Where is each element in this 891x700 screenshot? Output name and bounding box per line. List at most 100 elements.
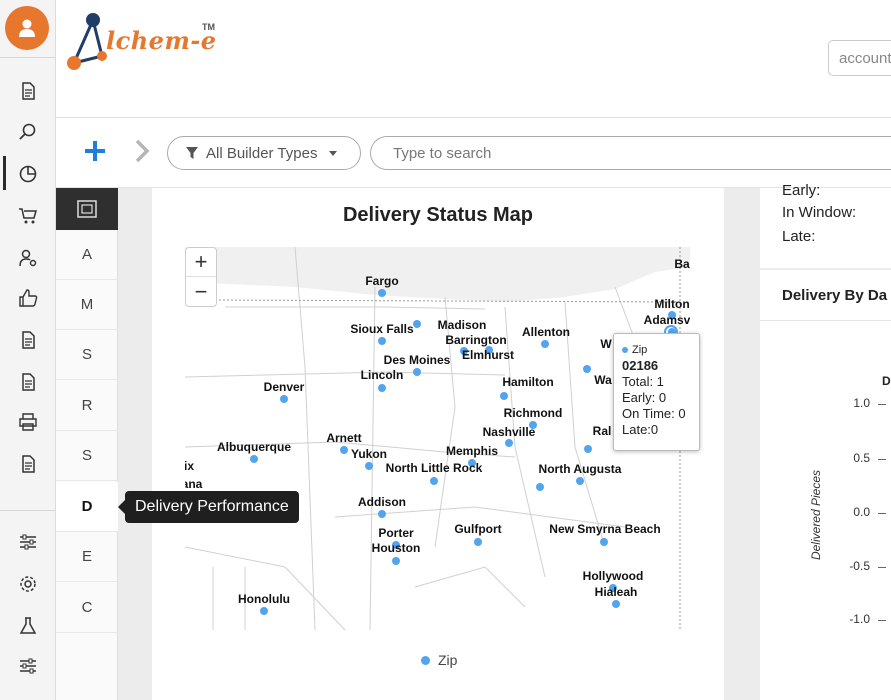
card-divider (760, 320, 891, 321)
city-marker-18[interactable] (378, 510, 386, 518)
summary-in-window-label: In Window: (782, 204, 857, 221)
rail-active-indicator (3, 156, 6, 190)
city-marker-12[interactable] (340, 446, 348, 454)
builder-toolbar: All Builder Types Type to search (56, 118, 891, 188)
city-label-27: Adamsv (644, 313, 690, 327)
report-icon[interactable] (14, 326, 42, 354)
city-label-9: Hamilton (502, 375, 553, 389)
summary-late-label: Late: (782, 228, 816, 245)
city-label-3: Barrington (445, 333, 506, 347)
chevron-right-icon[interactable] (132, 138, 152, 164)
gear-icon[interactable] (14, 570, 42, 598)
cart-icon[interactable] (14, 202, 42, 230)
letter-tab-m[interactable]: M (56, 280, 118, 330)
letter-tab-e[interactable]: E (56, 532, 118, 582)
document-icon[interactable] (14, 77, 42, 105)
city-marker-9[interactable] (500, 392, 508, 400)
y-tick-mark-1 (878, 459, 886, 460)
city-marker-5[interactable] (541, 340, 549, 348)
tooltip-early: Early: 0 (622, 390, 667, 405)
city-label-6: Des Moines (384, 353, 451, 367)
city-label-16: North Little Rock (386, 461, 483, 475)
map-zoom-control: + − (185, 247, 217, 307)
layout-toggle-icon[interactable] (56, 188, 118, 230)
letter-tab-d[interactable]: D (56, 482, 118, 532)
city-label-2: Madison (438, 318, 487, 332)
user-avatar-icon[interactable] (5, 6, 49, 50)
logo-text: lchem-e (106, 26, 217, 55)
city-marker-2[interactable] (413, 320, 421, 328)
city-marker-6[interactable] (413, 368, 421, 376)
city-marker-29[interactable] (536, 483, 544, 491)
city-label-11: Nashville (483, 425, 536, 439)
city-label-12: Arnett (326, 431, 361, 445)
city-marker-8[interactable] (280, 395, 288, 403)
city-marker-21[interactable] (474, 538, 482, 546)
icon-rail (0, 0, 56, 700)
city-label-29: Wa (594, 373, 612, 387)
thumbs-up-icon[interactable] (14, 284, 42, 312)
y-tick-label-2: 0.0 (853, 505, 870, 519)
chart-partial-title: D (882, 374, 891, 388)
user-settings-icon[interactable] (14, 244, 42, 272)
trademark-mark: TM (202, 22, 215, 32)
map-legend[interactable]: Zip (421, 652, 457, 668)
city-label-8: Denver (264, 380, 305, 394)
flask-icon[interactable] (14, 612, 42, 640)
file-icon[interactable] (14, 368, 42, 396)
city-marker-11[interactable] (505, 439, 513, 447)
series-dot-icon (622, 347, 628, 353)
letter-tab-s2[interactable]: S (56, 431, 118, 481)
city-marker-17[interactable] (576, 477, 584, 485)
city-marker-25[interactable] (260, 607, 268, 615)
pie-chart-icon[interactable] (14, 160, 42, 188)
search-input[interactable]: Type to search (370, 136, 891, 170)
letter-sidebar: A M S R S D E C (56, 188, 118, 700)
filters-icon[interactable] (14, 652, 42, 680)
notes-icon[interactable] (14, 450, 42, 478)
letter-tab-a[interactable]: A (56, 230, 118, 280)
builder-types-label: All Builder Types (206, 144, 318, 162)
city-marker-0[interactable] (378, 289, 386, 297)
city-marker-30[interactable] (584, 445, 592, 453)
tooltip-late: Late:0 (622, 422, 659, 437)
city-marker-28[interactable] (583, 365, 591, 373)
y-tick-mark-4 (878, 620, 886, 621)
city-marker-13[interactable] (365, 462, 373, 470)
city-marker-1[interactable] (378, 337, 386, 345)
city-label-18: Addison (358, 495, 406, 509)
delivery-summary-card: Early: In Window: Late: (760, 182, 891, 268)
city-marker-15[interactable] (250, 455, 258, 463)
city-marker-16[interactable] (430, 477, 438, 485)
map-point-tooltip: Zip 02186 Total: 1 Early: 0 On Time: 0 L… (613, 333, 700, 451)
city-label-7: Lincoln (361, 368, 404, 382)
city-label-26: Milton (654, 297, 689, 311)
zoom-in-button[interactable]: + (186, 248, 216, 277)
city-label-30: Ral (593, 424, 612, 438)
legend-dot-icon (421, 655, 430, 665)
city-marker-22[interactable] (600, 538, 608, 546)
city-label-4: Elmhurst (462, 348, 514, 362)
map-title: Delivery Status Map (342, 204, 534, 226)
add-plus-icon[interactable] (82, 138, 108, 164)
letter-tab-c[interactable]: C (56, 583, 118, 633)
city-marker-7[interactable] (378, 384, 386, 392)
y-tick-mark-2 (878, 513, 886, 514)
city-label-28: W (600, 337, 612, 351)
city-label-21: Gulfport (454, 522, 501, 536)
letter-tab-s[interactable]: S (56, 330, 118, 380)
print-icon[interactable] (14, 408, 42, 436)
alchem-e-logo[interactable]: lchem-e TM (64, 8, 224, 78)
app-header: lchem-e TM account (56, 0, 891, 118)
city-label-1: Sioux Falls (350, 322, 414, 336)
sliders-icon[interactable] (14, 528, 42, 556)
zoom-out-button[interactable]: − (186, 277, 216, 306)
city-label-20: Houston (372, 541, 421, 555)
city-marker-24[interactable] (612, 600, 620, 608)
builder-types-dropdown[interactable]: All Builder Types (167, 136, 361, 170)
city-label-13: Yukon (351, 447, 387, 461)
search-icon[interactable] (14, 118, 42, 146)
account-search-input[interactable]: account (828, 40, 891, 76)
letter-tab-r[interactable]: R (56, 381, 118, 431)
city-marker-20[interactable] (392, 557, 400, 565)
